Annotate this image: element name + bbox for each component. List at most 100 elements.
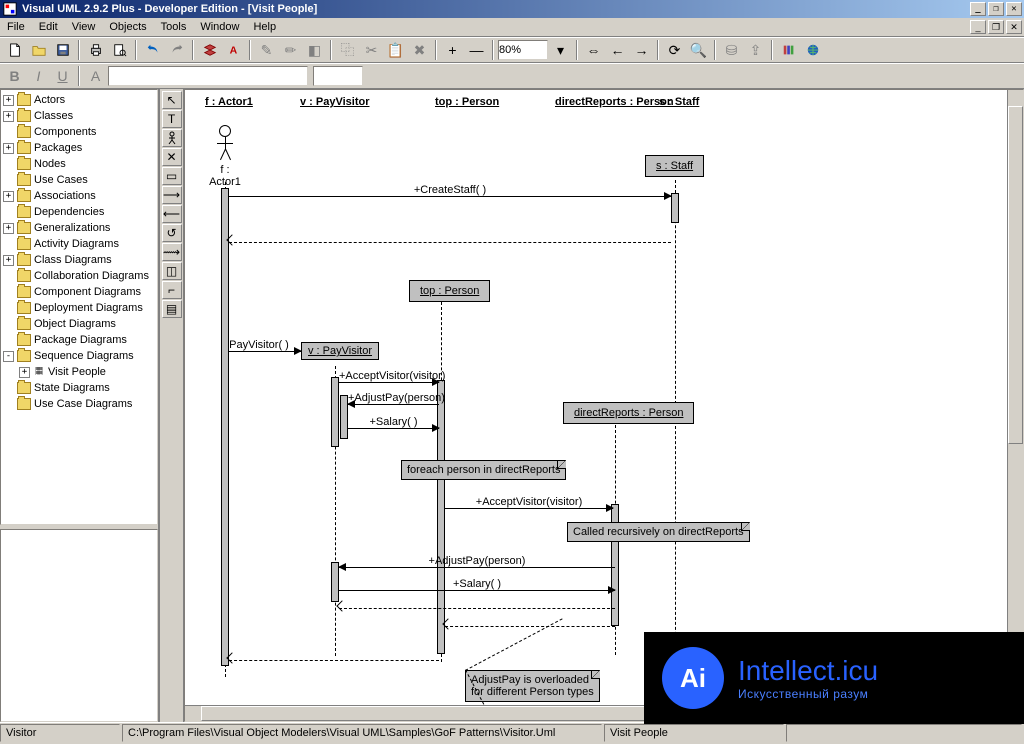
crosshair-icon[interactable]: + (441, 39, 464, 61)
menu-tools[interactable]: Tools (154, 19, 194, 35)
note-recursive[interactable]: Called recursively on directReports (567, 522, 750, 542)
search-icon[interactable]: 🔍 (687, 39, 710, 61)
anchor-tool-icon[interactable]: ⌐ (162, 281, 182, 299)
msg-pay-visitor[interactable]: PayVisitor( ) (229, 339, 301, 353)
msg-accept-1[interactable]: +AcceptVisitor(visitor) (339, 370, 439, 384)
message-tool-icon[interactable]: ⟶ (162, 186, 182, 204)
tree-toggle-icon[interactable]: + (19, 367, 30, 378)
tree-item[interactable]: Components (3, 124, 155, 140)
object-payvisitor[interactable]: v : PayVisitor (301, 342, 379, 360)
tree-toggle-icon[interactable]: + (3, 223, 14, 234)
tree-item[interactable]: Dependencies (3, 204, 155, 220)
align-icon[interactable]: — (465, 39, 488, 61)
tree-item[interactable]: +Classes (3, 108, 155, 124)
msg-adjust-1[interactable]: +AdjustPay(person) (348, 392, 439, 406)
lifeline-header-staff[interactable]: s : Staff (659, 96, 699, 108)
mdi-close[interactable]: ✕ (1006, 20, 1022, 34)
menu-file[interactable]: File (0, 19, 32, 35)
tree-item[interactable]: Use Cases (3, 172, 155, 188)
tree-item[interactable]: Use Case Diagrams (3, 396, 155, 412)
font-size-select[interactable] (313, 66, 363, 86)
object-staff[interactable]: s : Staff (645, 155, 704, 177)
tree-toggle-icon[interactable]: + (3, 95, 14, 106)
msg-accept-2[interactable]: +AcceptVisitor(visitor) (445, 496, 613, 510)
tree-item[interactable]: Object Diagrams (3, 316, 155, 332)
object-tool-icon[interactable]: ▭ (162, 167, 182, 185)
note-foreach[interactable]: foreach person in directReports (401, 460, 566, 480)
fit-rows-icon[interactable]: ⇔ (582, 39, 605, 61)
menu-view[interactable]: View (65, 19, 103, 35)
msg-salary-2[interactable]: +Salary( ) (339, 578, 615, 592)
save-icon[interactable] (51, 39, 74, 61)
menu-help[interactable]: Help (246, 19, 283, 35)
msg-create-staff[interactable]: +CreateStaff( ) (229, 184, 671, 198)
print-preview-icon[interactable] (108, 39, 131, 61)
menu-edit[interactable]: Edit (32, 19, 65, 35)
note-tool-icon[interactable]: ◫ (162, 262, 182, 280)
props-panel[interactable] (0, 529, 158, 722)
destroy-tool-icon[interactable]: ✕ (162, 148, 182, 166)
tree-toggle-icon[interactable]: + (3, 191, 14, 202)
prev-icon[interactable]: ← (606, 39, 629, 61)
return-tool-icon[interactable]: ⟵ (162, 205, 182, 223)
minimize-button[interactable]: _ (970, 2, 986, 16)
zoom-select[interactable] (498, 40, 548, 60)
lifeline-header-direct[interactable]: directReports : Person (555, 96, 674, 108)
mdi-restore[interactable]: ❐ (988, 20, 1004, 34)
font-name-select[interactable] (108, 66, 308, 86)
menu-window[interactable]: Window (193, 19, 246, 35)
mdi-minimize[interactable]: _ (970, 20, 986, 34)
cursor-tool-icon[interactable]: ↖ (162, 91, 182, 109)
vertical-scrollbar[interactable] (1007, 90, 1023, 705)
tree-item[interactable]: Collaboration Diagrams (3, 268, 155, 284)
lifeline-header-actor[interactable]: f : Actor1 (205, 96, 253, 108)
tree-item[interactable]: +𝄜Visit People (3, 364, 155, 380)
refresh-icon[interactable]: ⟳ (663, 39, 686, 61)
diagram-canvas[interactable]: f : Actor1 v : PayVisitor top : Person d… (184, 89, 1024, 722)
zoom-dropdown-icon[interactable]: ▾ (549, 39, 572, 61)
font-icon[interactable]: A (222, 39, 245, 61)
lifeline-header-payvisitor[interactable]: v : PayVisitor (300, 96, 370, 108)
tree-item[interactable]: Package Diagrams (3, 332, 155, 348)
tree-toggle-icon[interactable]: + (3, 143, 14, 154)
tree-item[interactable]: +Generalizations (3, 220, 155, 236)
object-top[interactable]: top : Person (409, 280, 490, 302)
maximize-button[interactable]: ❐ (988, 2, 1004, 16)
next-icon[interactable]: → (630, 39, 653, 61)
tree-item[interactable]: + Associations (3, 188, 155, 204)
new-icon[interactable] (3, 39, 26, 61)
globe-icon[interactable] (801, 39, 824, 61)
lifeline-header-top[interactable]: top : Person (435, 96, 499, 108)
print-icon[interactable] (84, 39, 107, 61)
open-icon[interactable] (27, 39, 50, 61)
tree-item[interactable]: Nodes (3, 156, 155, 172)
legend-tool-icon[interactable]: ▤ (162, 300, 182, 318)
tree-item[interactable]: -Sequence Diagrams (3, 348, 155, 364)
self-msg-tool-icon[interactable]: ↺ (162, 224, 182, 242)
tree-toggle-icon[interactable]: + (3, 255, 14, 266)
books-icon[interactable] (777, 39, 800, 61)
undo-icon[interactable] (141, 39, 164, 61)
async-tool-icon[interactable]: ⟿ (162, 243, 182, 261)
tree-item[interactable]: +Packages (3, 140, 155, 156)
object-direct[interactable]: directReports : Person (563, 402, 694, 424)
layers-icon[interactable] (198, 39, 221, 61)
menu-objects[interactable]: Objects (102, 19, 153, 35)
tree-toggle-icon[interactable]: + (3, 111, 14, 122)
model-tree[interactable]: +Actors+ClassesComponents+PackagesNodesU… (0, 89, 158, 525)
text-tool-icon[interactable]: T (162, 110, 182, 128)
redo-icon[interactable] (165, 39, 188, 61)
close-button[interactable]: ✕ (1006, 2, 1022, 16)
tree-item[interactable]: Activity Diagrams (3, 236, 155, 252)
tree-item[interactable]: Deployment Diagrams (3, 300, 155, 316)
actor-figure[interactable]: f : Actor1 (207, 125, 243, 188)
tree-toggle-icon[interactable]: - (3, 351, 14, 362)
tree-item[interactable]: Component Diagrams (3, 284, 155, 300)
tree-label: Associations (34, 190, 96, 202)
msg-salary-1[interactable]: +Salary( ) (348, 416, 439, 430)
msg-adjust-2[interactable]: +AdjustPay(person) (339, 555, 615, 569)
tree-item[interactable]: State Diagrams (3, 380, 155, 396)
tree-item[interactable]: +Actors (3, 92, 155, 108)
tree-item[interactable]: +Class Diagrams (3, 252, 155, 268)
actor-tool-icon[interactable] (162, 129, 182, 147)
